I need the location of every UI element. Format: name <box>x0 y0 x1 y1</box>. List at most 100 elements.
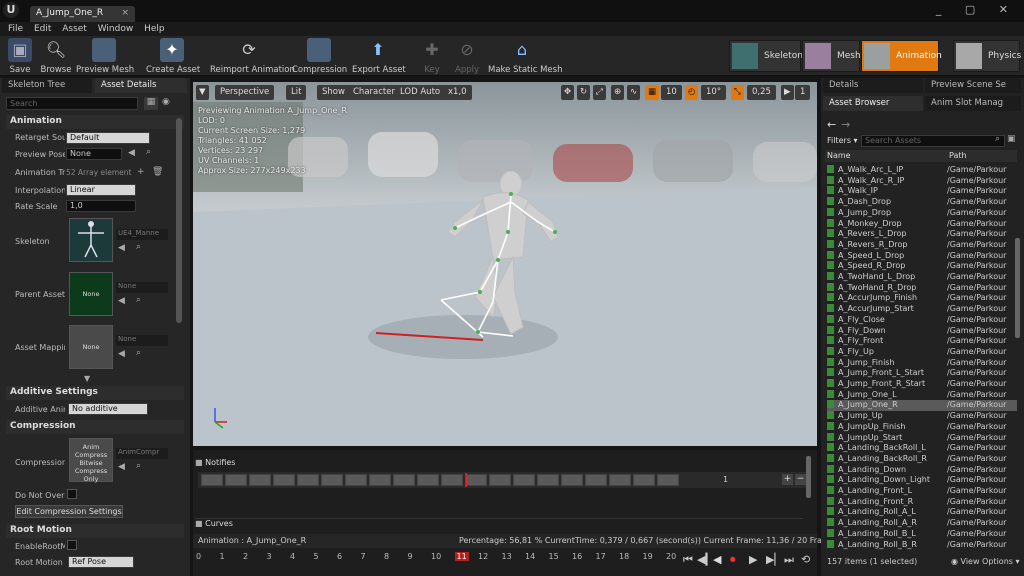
tab-skeleton-tree[interactable]: Skeleton Tree <box>2 78 92 93</box>
character-button[interactable]: Character <box>348 85 400 100</box>
mode-mesh[interactable]: Mesh <box>802 40 861 72</box>
rotate-tool-icon[interactable]: ↻ <box>577 85 591 100</box>
asset-row[interactable]: A_Jump_Finish/Game/Parkour <box>827 357 1017 369</box>
lit-button[interactable]: Lit <box>286 85 307 100</box>
section-additive[interactable]: Additive Settings <box>6 386 184 400</box>
world-local-icon[interactable]: ⊕ <box>611 85 625 100</box>
asset-row[interactable]: A_Walk_Arc_L_IP/Game/Parkour <box>827 165 1017 176</box>
asset-row[interactable]: A_Jump_Drop/Game/Parkour <box>827 207 1017 219</box>
notify-cell[interactable] <box>201 474 223 486</box>
notify-cell[interactable] <box>297 474 319 486</box>
notify-cell[interactable] <box>393 474 415 486</box>
notify-cell[interactable] <box>633 474 655 486</box>
notify-cell[interactable] <box>657 474 679 486</box>
asset-row[interactable]: A_Landing_BackRoll_R/Game/Parkour <box>827 453 1017 465</box>
loop-icon[interactable]: ⟲ <box>801 553 810 566</box>
compression-dropdown[interactable]: AnimCompr <box>116 448 168 459</box>
asset-mapping-dropdown[interactable]: None <box>116 335 168 346</box>
viewport-options-button[interactable]: ▼ <box>196 85 209 100</box>
forward-arrow-icon[interactable]: → <box>841 118 850 131</box>
play-reverse-icon[interactable]: ◀ <box>713 553 721 566</box>
chevron-down-icon[interactable]: ▼ <box>84 374 90 383</box>
grid-snap-icon[interactable]: ▦ <box>645 85 660 100</box>
browse-icon[interactable]: ⌕ <box>136 295 141 305</box>
no-override-checkbox[interactable] <box>67 489 77 499</box>
lod-button[interactable]: LOD Auto <box>395 85 446 100</box>
asset-row[interactable]: A_AccurJump_Start/Game/Parkour <box>827 304 1017 315</box>
section-animation[interactable]: Animation <box>6 115 184 129</box>
asset-row[interactable]: A_Monkey_Drop/Game/Parkour <box>827 218 1017 230</box>
eye-icon[interactable]: ◉ <box>162 97 178 110</box>
asset-row[interactable]: A_AccurJump_Finish/Game/Parkour <box>827 293 1017 304</box>
grid-view-icon[interactable]: ▦ <box>144 97 158 110</box>
rotation-snap-icon[interactable]: ◴ <box>685 85 699 100</box>
retarget-dropdown[interactable]: Default <box>66 132 150 144</box>
notify-track[interactable]: 1 + − <box>198 472 806 488</box>
asset-row[interactable]: A_TwoHand_L_Drop/Game/Parkour <box>827 272 1017 283</box>
tab-anim-slot[interactable]: Anim Slot Manag <box>925 96 1021 111</box>
notifies-header[interactable]: ■ Notifies <box>195 458 803 470</box>
root-lock-dropdown[interactable]: Ref Pose <box>68 556 134 568</box>
asset-row[interactable]: A_Walk_IP/Game/Parkour <box>827 186 1017 197</box>
browse-icon[interactable]: ⌕ <box>136 242 141 252</box>
curves-header[interactable]: ■ Curves <box>195 518 803 530</box>
details-search-input[interactable]: Search <box>6 97 138 110</box>
tab-asset-details[interactable]: Asset Details <box>95 78 187 93</box>
asset-row[interactable]: A_Speed_R_Drop/Game/Parkour <box>827 261 1017 272</box>
preview-pose-field[interactable]: None <box>66 148 122 160</box>
additive-dropdown[interactable]: No additive <box>68 403 148 415</box>
translate-tool-icon[interactable]: ✥ <box>561 85 575 100</box>
trash-icon[interactable]: 🗑︎ <box>152 167 163 177</box>
notify-cell[interactable] <box>465 474 487 486</box>
save-search-icon[interactable]: ▣ <box>1007 134 1016 144</box>
menu-edit[interactable]: Edit <box>34 22 51 36</box>
asset-mapping-thumbnail[interactable]: None <box>69 325 113 369</box>
notify-cell[interactable] <box>561 474 583 486</box>
asset-row[interactable]: A_Walk_Arc_R_IP/Game/Parkour <box>827 175 1017 187</box>
skeleton-dropdown[interactable]: UE4_Manne <box>116 229 168 240</box>
view-options-button[interactable]: ◉ View Options ▾ <box>951 557 1020 566</box>
parent-asset-thumbnail[interactable]: None <box>69 272 113 316</box>
create-asset-button[interactable]: ✦ Create Asset <box>146 38 200 75</box>
document-tab[interactable]: A_Jump_One_R × <box>30 6 135 22</box>
asset-list-scrollbar[interactable] <box>1015 238 1020 338</box>
arrow-left-icon[interactable]: ◀ <box>118 243 125 253</box>
mode-skeleton[interactable]: Skeleton <box>729 40 803 72</box>
scale-snap-icon[interactable]: ⤡ <box>731 85 744 100</box>
asset-row[interactable]: A_JumpUp_Finish/Game/Parkour <box>827 421 1017 433</box>
export-asset-button[interactable]: ⬆ Export Asset <box>352 38 406 75</box>
menu-asset[interactable]: Asset <box>62 22 87 36</box>
asset-row[interactable]: A_Fly_Close/Game/Parkour <box>827 314 1017 326</box>
play-icon[interactable]: ▶ <box>749 553 757 566</box>
section-compression[interactable]: Compression <box>6 420 184 434</box>
compression-thumbnail[interactable]: Anim Compress Bitwise Compress Only <box>69 438 113 483</box>
go-to-end-icon[interactable]: ⏭ <box>784 553 794 567</box>
notify-cell[interactable] <box>369 474 391 486</box>
scale-tool-icon[interactable]: ⤢ <box>593 85 606 100</box>
asset-row[interactable]: A_Landing_Roll_B_L/Game/Parkour <box>827 528 1017 540</box>
notify-cell[interactable] <box>537 474 559 486</box>
save-button[interactable]: ▣ Save <box>5 38 35 75</box>
notify-cell[interactable] <box>609 474 631 486</box>
asset-row[interactable]: A_Jump_Front_L_Start/Game/Parkour <box>827 368 1017 379</box>
asset-row[interactable]: A_Landing_Front_R/Game/Parkour <box>827 496 1017 508</box>
remove-track-icon[interactable]: − <box>795 474 806 485</box>
browse-icon[interactable]: ⌕ <box>136 461 141 471</box>
asset-row[interactable]: A_Speed_L_Drop/Game/Parkour <box>827 250 1017 262</box>
section-root-motion[interactable]: Root Motion <box>6 524 184 538</box>
plus-icon[interactable]: + <box>137 167 145 177</box>
asset-row[interactable]: A_Jump_One_R/Game/Parkour <box>827 400 1017 412</box>
asset-row[interactable]: A_Landing_Roll_B_R/Game/Parkour <box>827 539 1017 551</box>
notify-cell[interactable] <box>585 474 607 486</box>
browse-button[interactable]: 🔍︎ Browse <box>38 38 74 75</box>
notify-cell[interactable] <box>417 474 439 486</box>
tab-asset-browser[interactable]: Asset Browser <box>823 96 923 111</box>
scale-snap-value[interactable]: 0,25 <box>747 85 776 100</box>
asset-row[interactable]: A_Landing_BackRoll_L/Game/Parkour <box>827 443 1017 454</box>
playback-speed-button[interactable]: x1,0 <box>443 85 472 100</box>
perspective-button[interactable]: Perspective <box>215 85 275 100</box>
apply-button[interactable]: ⊘ Apply <box>452 38 482 75</box>
surface-snap-icon[interactable]: ∿ <box>627 85 641 100</box>
rate-scale-input[interactable]: 1,0 <box>66 200 136 212</box>
grid-snap-value[interactable]: 10 <box>661 85 682 100</box>
